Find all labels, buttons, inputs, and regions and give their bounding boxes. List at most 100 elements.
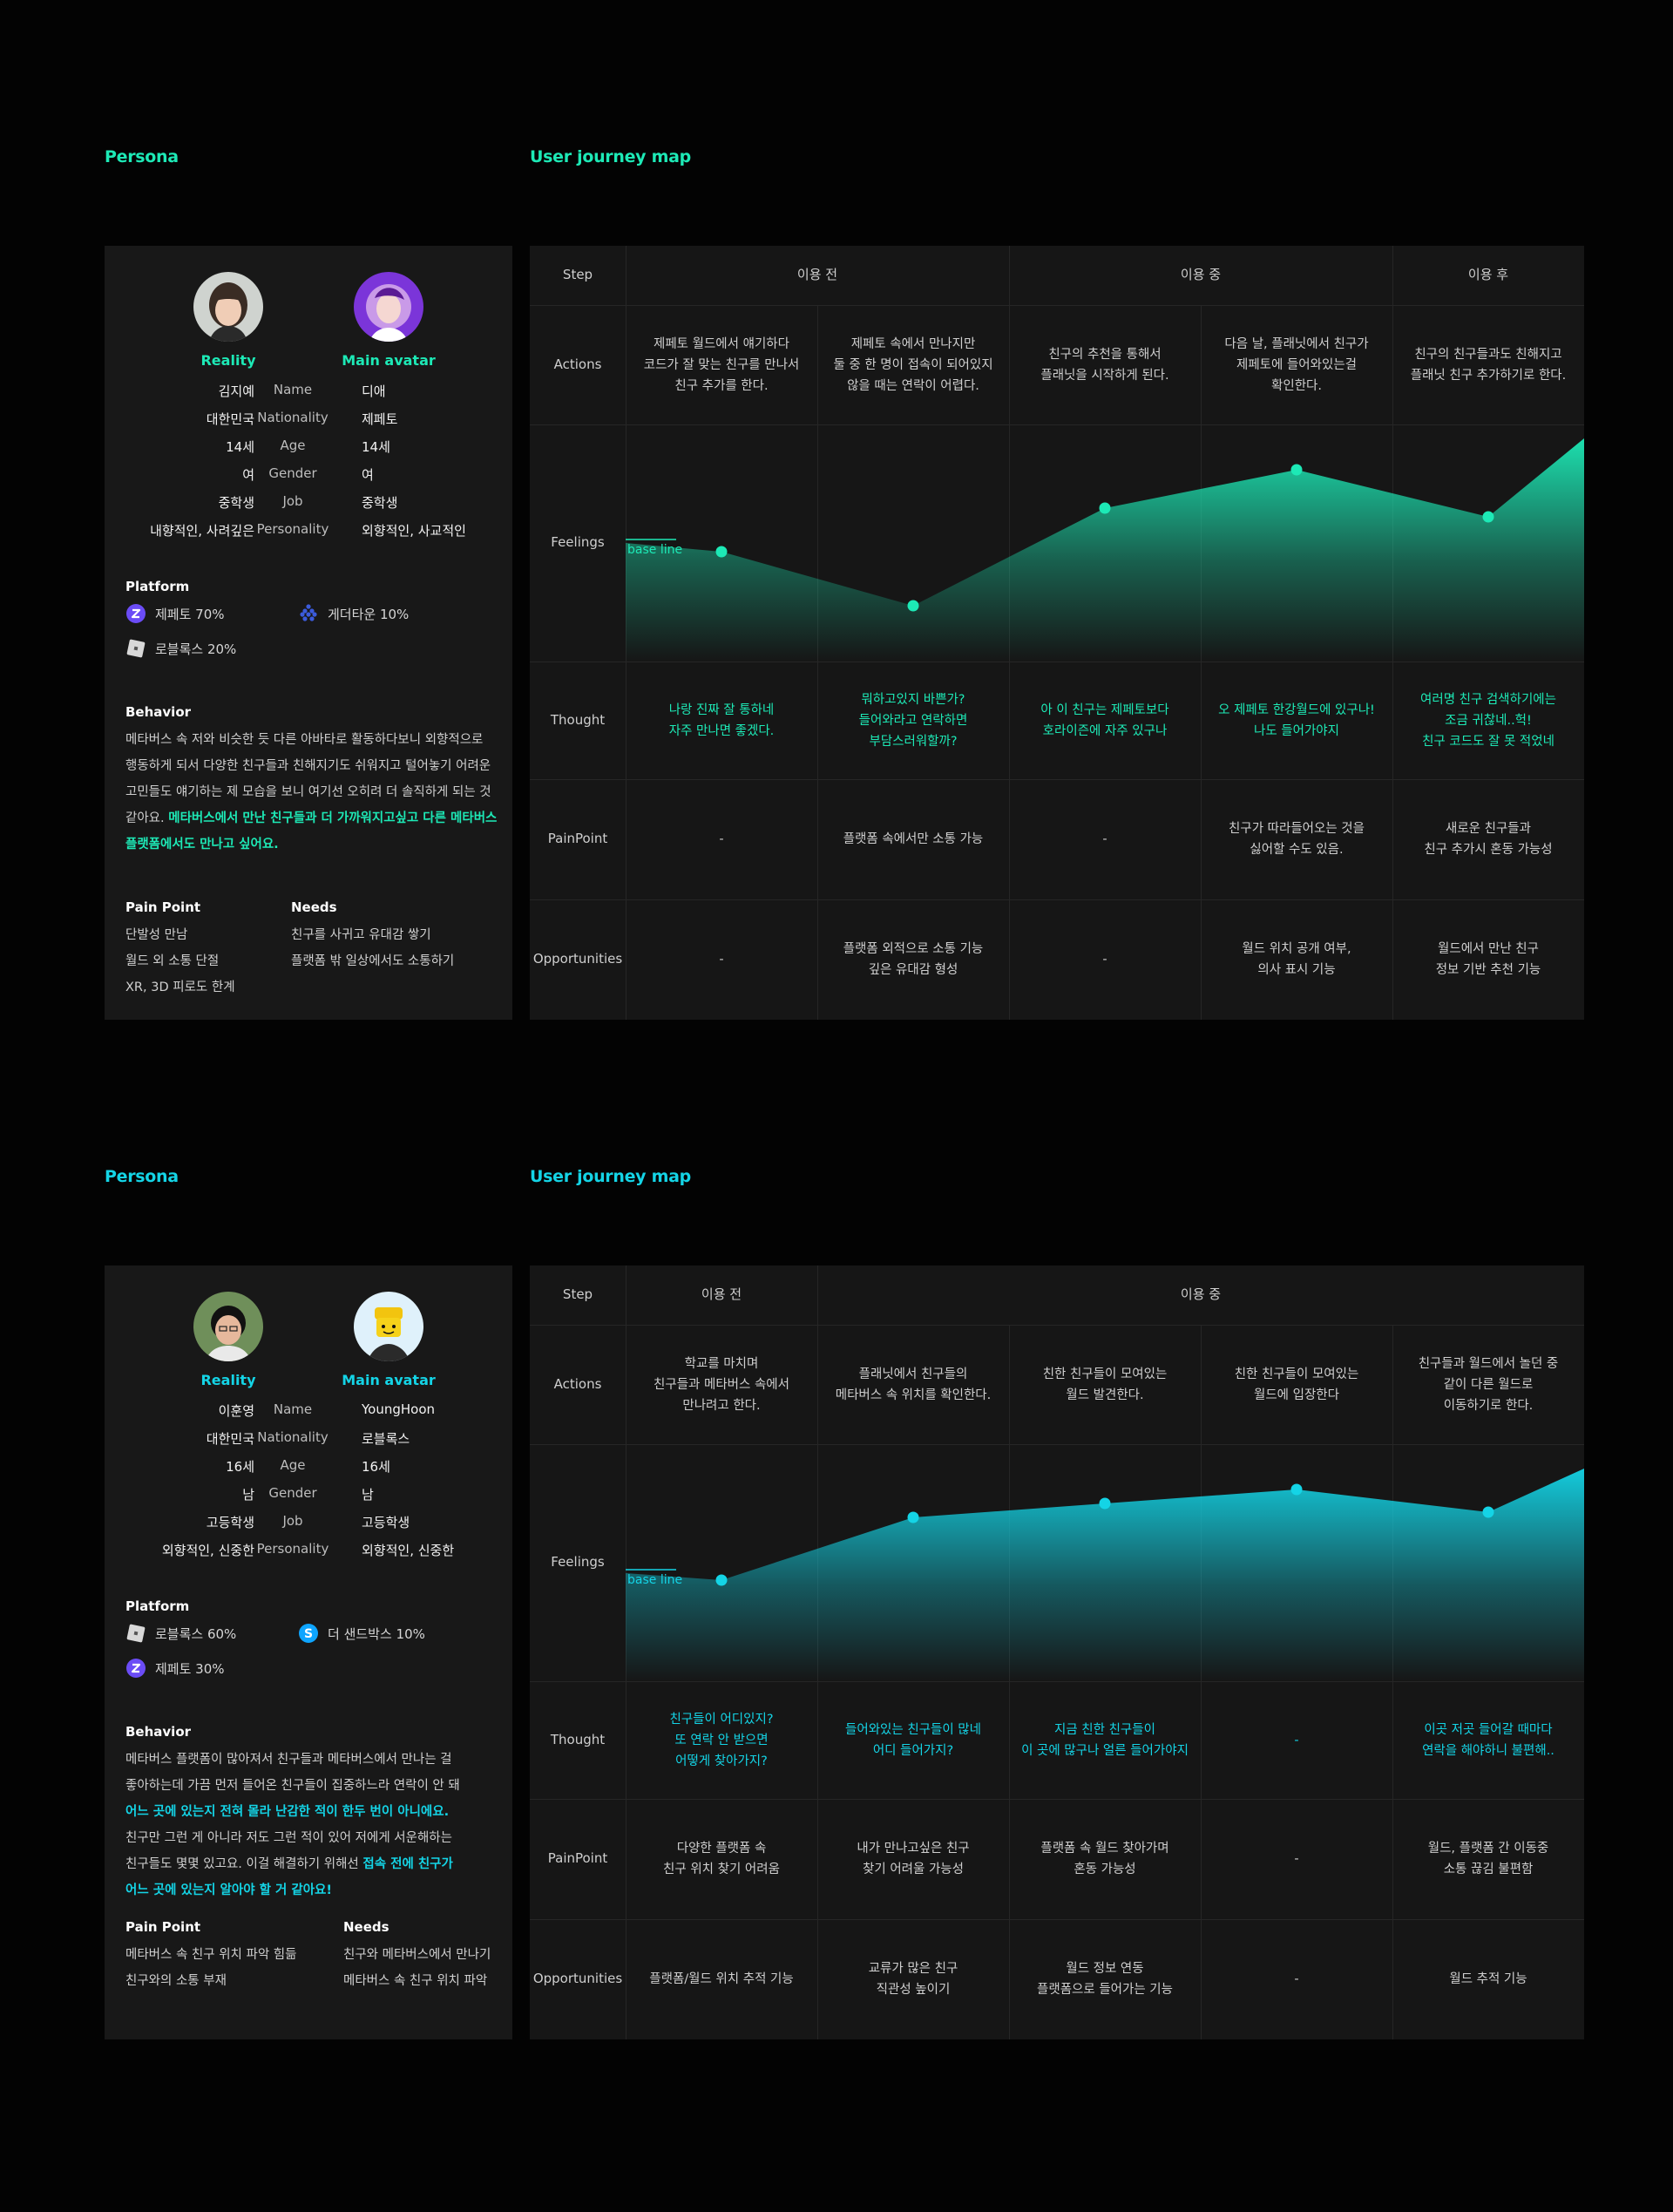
- phase-label: 이용 전: [701, 1286, 742, 1302]
- behavior-text-highlight: 어느 곳에 있는지 알아야 할 거 같아요!: [125, 1883, 332, 1897]
- journey-map-table: 이용 전 이용 중 Step Actions Feelings Thought PainPo…: [530, 1265, 1584, 2039]
- action-cell: 친구들과 월드에서 놀던 중 같이 다른 월드로 이동하기로 한다.: [1418, 1356, 1559, 1413]
- persona-attribute-row: 남 Gender 남: [105, 1485, 512, 1513]
- row-label: Feelings: [551, 1554, 605, 1570]
- feeling-point: [1482, 1506, 1494, 1518]
- thought-cell: 아 이 친구는 제페토보다 호라이즌에 자주 있구나: [1040, 702, 1169, 738]
- reality-value: 이훈영: [218, 1403, 254, 1419]
- opportunity-cell: 월드 추적 기능: [1449, 1972, 1527, 1986]
- needs-item: 메타버스 속 친구 위치 파악: [343, 1974, 488, 1988]
- needs-item: 친구를 사귀고 유대감 쌓기: [291, 928, 431, 942]
- avatar-value: 남: [362, 1487, 374, 1503]
- platform-heading: Platform: [125, 1598, 190, 1614]
- gather-town-icon: [298, 603, 319, 624]
- attribute-name: Gender: [268, 465, 317, 481]
- reality-value: 대한민국: [206, 411, 254, 427]
- platform-label: 제페토 70%: [155, 606, 225, 622]
- attribute-name: Name: [273, 1401, 313, 1417]
- svg-text:S: S: [304, 1627, 313, 1641]
- row-label: Thought: [550, 1731, 606, 1747]
- feeling-point: [1482, 511, 1494, 523]
- platform-label: 게더타운 10%: [328, 606, 410, 622]
- phase-label: 이용 후: [1467, 267, 1509, 282]
- feeling-point: [907, 600, 919, 612]
- attribute-name: Age: [280, 438, 306, 453]
- persona-attribute-row: 내향적인, 사려깊은 Personality 외향적인, 사교적인: [105, 521, 512, 549]
- opportunity-cell: -: [1294, 1972, 1299, 1986]
- action-cell: 플래닛에서 친구들의 메타버스 속 위치를 확인한다.: [835, 1367, 992, 1402]
- behavior-text-plain: 친구만 그런 게 아니라 저도 그런 적이 있어 저에게 서운해하는: [125, 1831, 452, 1845]
- platform-heading: Platform: [125, 579, 190, 594]
- action-cell: 다음 날, 플래닛에서 친구가 제페토에 들어와있는걸 확인한다.: [1224, 336, 1369, 393]
- journey-map-section-title: User journey map: [530, 1167, 691, 1186]
- avatar-value: 외향적인, 신중한: [362, 1543, 455, 1558]
- main-avatar-image: [354, 1292, 423, 1361]
- action-cell: 친한 친구들이 모여있는 월드 발견한다.: [1042, 1367, 1168, 1402]
- platform-item: 게더타운 10%: [298, 603, 409, 624]
- thought-cell: 들어와있는 친구들이 많네 어디 들어가지?: [845, 1722, 981, 1758]
- behavior-line: 어느 곳에 있는지 알아야 할 거 같아요!: [125, 1877, 500, 1903]
- reality-value: 14세: [226, 439, 254, 455]
- behavior-line: 플랫폼에서도 만나고 싶어요.: [125, 831, 500, 858]
- pain-point-cell: 다양한 플랫폼 속 친구 위치 찾기 어려움: [663, 1842, 780, 1876]
- avatar-value: 여: [362, 467, 374, 483]
- feeling-point: [1099, 502, 1111, 514]
- reality-avatar: [193, 1292, 263, 1361]
- main-avatar-label: Main avatar: [342, 1372, 436, 1388]
- avatar-value: YoungHoon: [362, 1401, 436, 1417]
- attribute-name: Nationality: [257, 410, 329, 425]
- reality-value: 대한민국: [206, 1431, 254, 1447]
- behavior-line: 어느 곳에 있는지 전혀 몰라 난감한 적이 한두 번이 아니에요.: [125, 1799, 500, 1825]
- pain-point-list: 단발성 만남 월드 외 소통 단절 XR, 3D 피로도 한계: [125, 922, 235, 1001]
- needs-heading: Needs: [343, 1919, 389, 1935]
- pain-point-cell: 새로운 친구들과 친구 추가시 혼동 가능성: [1424, 822, 1553, 857]
- persona-card: Reality Main avatar 김지예 Name 디애 대한민국 Nationali…: [105, 246, 512, 1020]
- behavior-text: 메타버스 플랫폼이 많아져서 친구들과 메타버스에서 만나는 걸 좋아하는데 가끔…: [125, 1747, 500, 1903]
- persona-section-title: Persona: [105, 147, 179, 166]
- behavior-text-plain: 고민들도 얘기하는 제 모습을 보니 여기선 오히려 더 솔직하게 되는 것: [125, 785, 491, 799]
- pain-point-heading: Pain Point: [125, 1919, 201, 1935]
- avatar-value: 디애: [362, 383, 386, 399]
- journey-map-table: 이용 전 이용 중 이용 후 Step Actions Feelings Thought Pa…: [530, 246, 1584, 1020]
- needs-heading: Needs: [291, 899, 337, 915]
- behavior-line: 친구들도 몇몇 있고요. 이걸 해결하기 위해선 접속 전에 친구가: [125, 1851, 500, 1877]
- persona-attribute-row: 이훈영 Name YoungHoon: [105, 1401, 512, 1429]
- avatar-value: 중학생: [362, 495, 398, 511]
- feeling-point: [907, 1511, 919, 1523]
- behavior-text-highlight: 메타버스에서 만난 친구들과 더 가까워지고싶고 다른 메타버스: [168, 811, 498, 825]
- feeling-point: [1290, 464, 1303, 476]
- needs-item: 플랫폼 밖 일상에서도 소통하기: [291, 954, 455, 968]
- roblox-icon: [125, 1623, 146, 1644]
- behavior-line: 고민들도 얘기하는 제 모습을 보니 여기선 오히려 더 솔직하게 되는 것: [125, 779, 500, 805]
- persona-attribute-row: 고등학생 Job 고등학생: [105, 1513, 512, 1541]
- behavior-line: 행동하게 되서 다양한 친구들과 친해지기도 쉬워지고 털어놓기 어려운: [125, 753, 500, 779]
- row-label: PainPoint: [547, 1850, 608, 1866]
- needs-list: 친구와 메타버스에서 만나기메타버스 속 친구 위치 파악: [343, 1942, 491, 1994]
- behavior-text-highlight: 접속 전에 친구가: [362, 1857, 453, 1871]
- avatar-value: 로블록스: [362, 1431, 410, 1447]
- behavior-line: 같아요. 메타버스에서 만난 친구들과 더 가까워지고싶고 다른 메타버스: [125, 805, 500, 831]
- platform-item: S 더 샌드박스 10%: [298, 1623, 425, 1644]
- row-label: Actions: [553, 356, 602, 372]
- action-cell: 친구의 추천을 통해서 플래닛을 시작하게 된다.: [1040, 347, 1169, 383]
- platform-item: 제페토 30%: [125, 1658, 225, 1679]
- pain-point-item: 월드 외 소통 단절: [125, 954, 220, 968]
- behavior-text-highlight: 어느 곳에 있는지 전혀 몰라 난감한 적이 한두 번이 아니에요.: [125, 1805, 450, 1819]
- behavior-heading: Behavior: [125, 704, 192, 720]
- persona-attribute-row: 김지예 Name 디애: [105, 382, 512, 410]
- opportunity-cell: 플랫폼 외적으로 소통 기능 깊은 유대감 형성: [843, 942, 984, 977]
- action-cell: 제페토 월드에서 얘기하다 코드가 잘 맞는 친구를 만나서 친구 추가를 한다…: [643, 336, 800, 393]
- attribute-name: Personality: [256, 1541, 329, 1557]
- phase-label: 이용 중: [1180, 267, 1222, 282]
- persona-attribute-row: 14세 Age 14세: [105, 438, 512, 465]
- pain-point-cell: -: [1102, 832, 1107, 846]
- row-label: Actions: [553, 1375, 602, 1392]
- feeling-point: [1099, 1497, 1111, 1510]
- needs-item: 친구와 메타버스에서 만나기: [343, 1948, 491, 1962]
- opportunity-cell: 교류가 많은 친구 직관성 높이기: [868, 1962, 958, 1997]
- reality-value: 내향적인, 사려깊은: [150, 523, 254, 539]
- roblox-icon: [125, 638, 146, 659]
- feelings-chart: base line: [626, 424, 1584, 662]
- platform-label: 더 샌드박스 10%: [328, 1625, 425, 1642]
- persona-attribute-row: 중학생 Job 중학생: [105, 493, 512, 521]
